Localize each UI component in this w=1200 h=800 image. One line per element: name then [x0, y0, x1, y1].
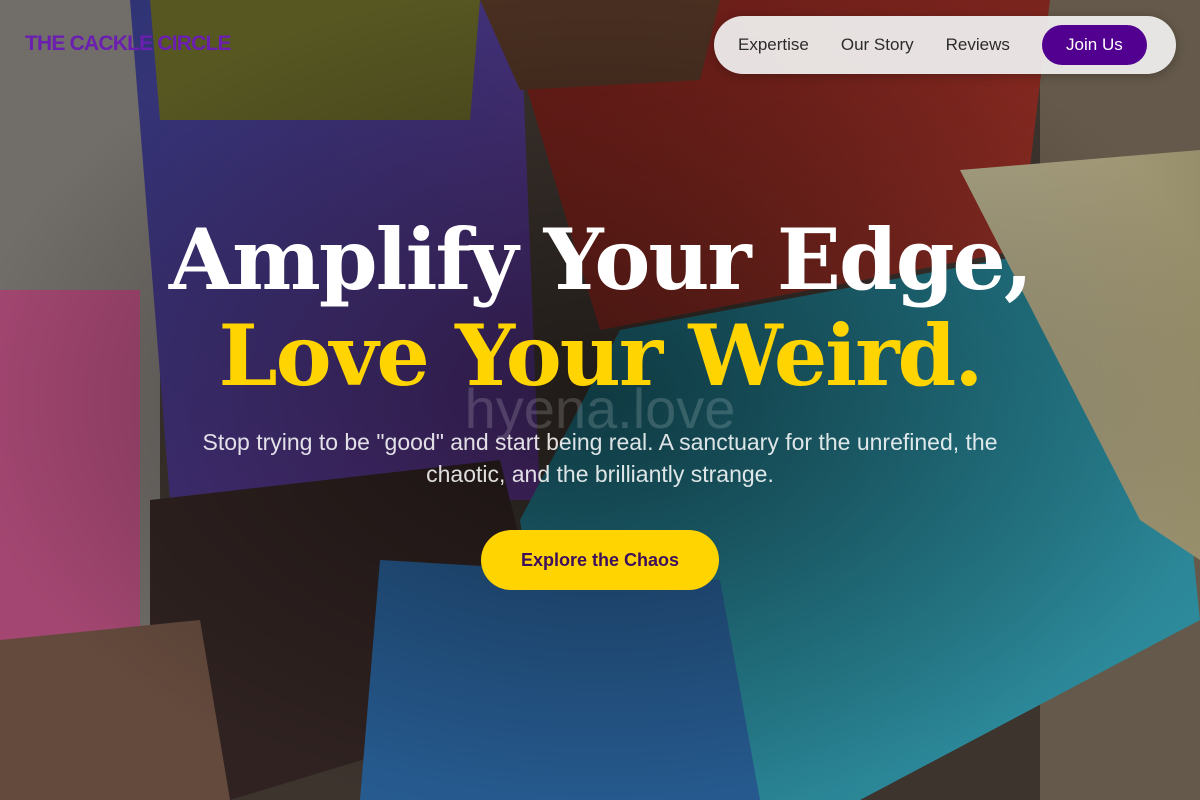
- explore-chaos-button[interactable]: Explore the Chaos: [481, 530, 719, 590]
- nav-link-reviews[interactable]: Reviews: [946, 35, 1010, 55]
- nav-link-our-story[interactable]: Our Story: [841, 35, 914, 55]
- top-navigation: Expertise Our Story Reviews Join Us: [714, 16, 1176, 74]
- join-us-button[interactable]: Join Us: [1041, 25, 1147, 65]
- nav-link-expertise[interactable]: Expertise: [738, 35, 809, 55]
- site-logo[interactable]: THE CACKLE CIRCLE: [25, 32, 232, 56]
- hero-headline-line-1: Amplify Your Edge,: [168, 210, 1033, 309]
- hero-subtitle: Stop trying to be "good" and start being…: [202, 429, 998, 487]
